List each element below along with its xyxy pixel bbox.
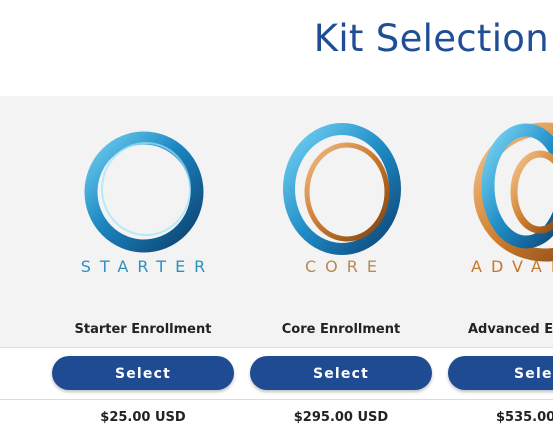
kit-name: Core Enrollment	[281, 322, 401, 337]
kit-price: $535.00	[496, 410, 553, 425]
kit-card-core: CORE Core Enrollment Select $295.00 USD	[242, 96, 440, 434]
kit-card-advanced: ADVAN Advanced En Select $535.00	[440, 96, 553, 434]
page-header: Kit Selection	[0, 0, 553, 96]
kit-price: $295.00 USD	[293, 410, 389, 425]
kit-selection-page: Kit Selection STARTER Starter Enrollment…	[0, 0, 553, 434]
page-title: Kit Selection	[313, 17, 549, 60]
kit-wordmark: ADVAN	[471, 257, 553, 276]
kit-price: $25.00 USD	[100, 410, 186, 425]
kit-wordmark: STARTER	[80, 257, 215, 276]
select-starter-button[interactable]: Select	[52, 356, 234, 390]
select-advanced-button[interactable]: Select	[448, 356, 553, 390]
kit-wordmark: CORE	[305, 257, 386, 276]
kit-name: Advanced En	[468, 322, 553, 337]
kit-card-starter: STARTER Starter Enrollment Select $25.00…	[44, 96, 242, 434]
kit-name: Starter Enrollment	[74, 322, 212, 337]
select-core-button[interactable]: Select	[250, 356, 432, 390]
